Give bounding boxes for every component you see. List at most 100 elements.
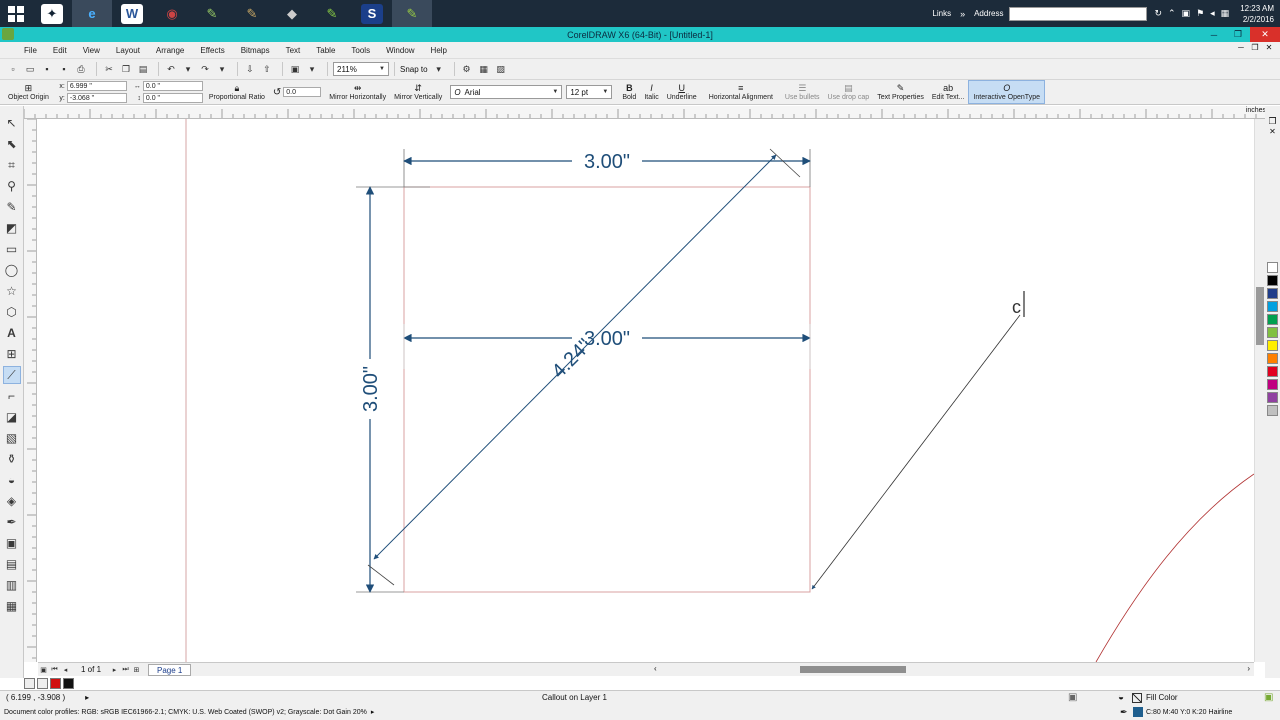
tool-extra-3[interactable]: ▥ xyxy=(3,576,21,594)
text-properties-button[interactable]: ✎ Text Properties xyxy=(873,80,928,104)
palette-swatch[interactable] xyxy=(1267,353,1278,364)
snap-to-button[interactable]: Snap to xyxy=(400,65,428,74)
menu-bitmaps[interactable]: Bitmaps xyxy=(241,46,270,55)
table-tool[interactable]: ⊞ xyxy=(3,345,21,363)
shape-tool[interactable]: ⬉ xyxy=(3,135,21,153)
palette-swatch[interactable] xyxy=(1267,340,1278,351)
last-page-icon[interactable]: ⏭ xyxy=(120,666,131,674)
undo-dropdown-icon[interactable]: ▾ xyxy=(181,62,195,76)
basic-shapes-tool[interactable]: ⬡ xyxy=(3,303,21,321)
address-input[interactable] xyxy=(1009,6,1148,21)
transparency-tool[interactable]: ▧ xyxy=(3,429,21,447)
flag-icon[interactable]: ⚑ xyxy=(1196,8,1204,19)
menu-help[interactable]: Help xyxy=(431,46,447,55)
export-icon[interactable]: ⇧ xyxy=(260,62,274,76)
redo-icon[interactable]: ↷ xyxy=(198,62,212,76)
mirror-horizontally-button[interactable]: ⇹ Mirror Horizontally xyxy=(325,80,390,104)
tool-extra-4[interactable]: ▦ xyxy=(3,597,21,615)
menu-file[interactable]: File xyxy=(24,46,37,55)
font-family-combo[interactable]: O Arial ▼ xyxy=(450,85,563,99)
text-tool[interactable]: A xyxy=(3,324,21,342)
copy-icon[interactable]: ❐ xyxy=(119,62,133,76)
taskbar-app-5[interactable]: ✎ xyxy=(192,0,232,27)
ellipse-tool[interactable]: ◯ xyxy=(3,261,21,279)
drop-shadow-tool[interactable]: ◪ xyxy=(3,408,21,426)
width-input[interactable]: 0.0 " xyxy=(142,81,203,91)
edit-text-button[interactable]: ab Edit Text... xyxy=(928,80,969,104)
image-icon[interactable]: ▨ xyxy=(494,62,508,76)
menu-tools[interactable]: Tools xyxy=(351,46,370,55)
palette-swatch[interactable] xyxy=(1267,405,1278,416)
redo-dropdown-icon[interactable]: ▾ xyxy=(215,62,229,76)
welcome-screen-icon[interactable]: ▦ xyxy=(477,62,491,76)
smart-fill-tool[interactable]: ◩ xyxy=(3,219,21,237)
menu-effects[interactable]: Effects xyxy=(200,46,224,55)
object-origin-button[interactable]: ⊞ Object Origin xyxy=(4,80,53,104)
drawing-canvas[interactable]: 3.00" 3.00" 3.00" 4.24" c xyxy=(38,119,1254,662)
interactive-opentype-button[interactable]: O Interactive OpenType xyxy=(968,80,1045,104)
open-icon[interactable]: ▭ xyxy=(23,62,37,76)
links-label[interactable]: Links xyxy=(932,9,951,18)
keyboard-icon[interactable]: ▦ xyxy=(1221,8,1230,19)
palette-close-icon[interactable]: ✕ xyxy=(1265,127,1280,136)
cut-icon[interactable]: ✂ xyxy=(102,62,116,76)
drawing-svg[interactable]: 3.00" 3.00" 3.00" 4.24" c xyxy=(38,119,1254,662)
paste-icon[interactable]: ▤ xyxy=(136,62,150,76)
palette-swatch[interactable] xyxy=(1267,379,1278,390)
doc-close-icon[interactable]: ✕ xyxy=(1262,43,1276,52)
vertical-scroll-thumb[interactable] xyxy=(1256,287,1264,345)
y-position-input[interactable]: -3.068 " xyxy=(66,93,127,103)
polygon-tool[interactable]: ☆ xyxy=(3,282,21,300)
outline-tool[interactable]: ✒ xyxy=(3,513,21,531)
bold-button[interactable]: B Bold xyxy=(618,80,640,104)
menu-view[interactable]: View xyxy=(83,46,100,55)
horizontal-scroll-thumb[interactable] xyxy=(800,666,906,673)
save-icon[interactable]: ▪ xyxy=(40,62,54,76)
menu-window[interactable]: Window xyxy=(386,46,414,55)
taskbar-app-8[interactable]: ✎ xyxy=(312,0,352,27)
palette-swatch[interactable] xyxy=(1267,262,1278,273)
vertical-ruler[interactable] xyxy=(24,119,37,662)
expand-arrow-icon[interactable]: ▸ xyxy=(85,693,89,702)
speaker-icon[interactable]: ◂ xyxy=(1210,8,1215,19)
start-button[interactable] xyxy=(0,0,32,27)
print-icon[interactable]: ⎙ xyxy=(74,62,88,76)
chevron-up-icon[interactable]: ⌃ xyxy=(1168,8,1176,19)
profile-arrow-icon[interactable]: ▸ xyxy=(371,708,375,716)
taskbar-app-6[interactable]: ✎ xyxy=(232,0,272,27)
horizontal-ruler[interactable]: inches xyxy=(24,106,1270,119)
tool-extra-1[interactable]: ▣ xyxy=(3,534,21,552)
chevron-icon[interactable]: » xyxy=(960,9,965,19)
help-icon[interactable]: ▣ xyxy=(1264,692,1273,703)
palette-collapse-icon[interactable]: ❐ xyxy=(1265,116,1280,127)
fill-tool[interactable]: ◒ xyxy=(3,471,21,489)
clock[interactable]: 12:23 AM 2/2/2016 xyxy=(1240,3,1274,25)
taskbar-app-7[interactable]: ◆ xyxy=(272,0,312,27)
minimize-button[interactable]: ─ xyxy=(1202,27,1226,42)
palette-swatch[interactable] xyxy=(1267,314,1278,325)
font-size-combo[interactable]: 12 pt ▼ xyxy=(566,85,613,99)
mirror-vertically-button[interactable]: ⇵ Mirror Vertically xyxy=(390,80,446,104)
outline-swatch-small[interactable] xyxy=(63,678,74,689)
page-tab-page-1[interactable]: Page 1 xyxy=(148,663,192,676)
previous-page-icon[interactable]: ◂ xyxy=(60,666,71,674)
freehand-tool[interactable]: ✎ xyxy=(3,198,21,216)
restore-button[interactable]: ❐ xyxy=(1226,27,1250,42)
next-page-icon[interactable]: ▸ xyxy=(109,666,120,674)
connector-tool[interactable]: ⌐ xyxy=(3,387,21,405)
top-dimension-text[interactable]: 3.00" xyxy=(584,151,630,173)
callout-leader-line[interactable] xyxy=(811,314,1021,590)
square-rectangle[interactable] xyxy=(403,186,811,593)
doc-restore-icon[interactable]: ❐ xyxy=(1248,43,1262,52)
menu-edit[interactable]: Edit xyxy=(53,46,67,55)
menu-text[interactable]: Text xyxy=(286,46,301,55)
scroll-left-icon[interactable]: ‹ xyxy=(654,664,657,673)
dimension-tool[interactable]: ⟋ xyxy=(2,366,21,384)
zoom-tool[interactable]: ⚲ xyxy=(3,177,21,195)
taskbar-app-4[interactable]: ◉ xyxy=(152,0,192,27)
proportional-ratio-button[interactable]: 🔒︎ Proportional Ratio xyxy=(205,80,269,104)
palette-swatch[interactable] xyxy=(1267,275,1278,286)
options-icon[interactable]: ⚙ xyxy=(460,62,474,76)
nudge-icon[interactable] xyxy=(37,678,48,689)
horizontal-scrollbar[interactable]: ‹ › xyxy=(652,664,1252,674)
